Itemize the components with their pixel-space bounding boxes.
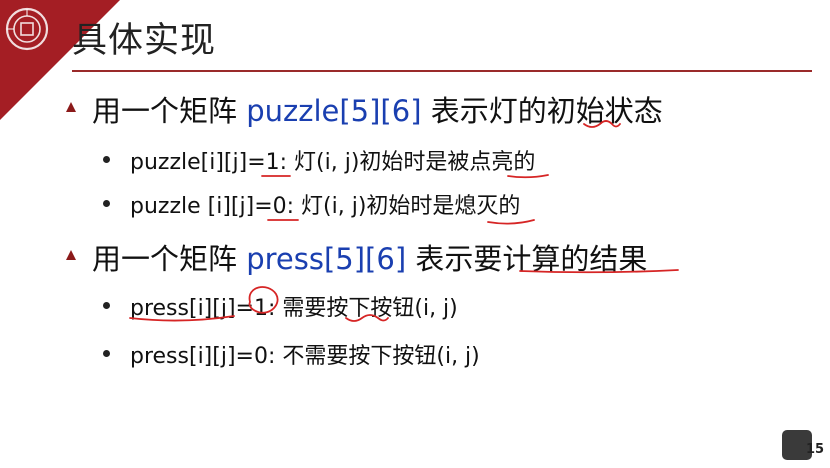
bullet-suffix: 表示灯的初始状态	[421, 94, 663, 128]
bullet-item-puzzle: 用一个矩阵 puzzle[5][6] 表示灯的初始状态	[92, 88, 663, 130]
sub-item-press-one: press[i][j]=1: 需要按下按钮(i, j)	[130, 296, 458, 321]
bullet-suffix: 表示要计算的结果	[406, 242, 648, 276]
sub-item-press-zero: press[i][j]=0: 不需要按下按钮(i, j)	[130, 344, 480, 369]
bullet-item-press: 用一个矩阵 press[5][6] 表示要计算的结果	[92, 236, 647, 278]
slide-title: 具体实现	[72, 21, 217, 61]
sub-bullet-dot	[103, 302, 110, 309]
sub-item-puzzle-off: puzzle [i][j]=0: 灯(i, j)初始时是熄灭的	[130, 194, 521, 219]
press-matrix-name: press[5][6]	[246, 242, 407, 276]
bullet-marker	[66, 250, 76, 260]
bullet-prefix: 用一个矩阵	[92, 242, 247, 276]
title-divider	[72, 70, 812, 72]
university-logo-icon	[5, 7, 49, 51]
bullet-marker	[66, 102, 76, 112]
sub-bullet-dot	[103, 156, 110, 163]
ink-underline-off	[487, 219, 535, 225]
sub-item-puzzle-lit: puzzle[i][j]=1: 灯(i, j)初始时是被点亮的	[130, 150, 536, 175]
bullet-prefix: 用一个矩阵	[92, 94, 247, 128]
sub-bullet-dot	[103, 200, 110, 207]
sub-bullet-dot	[103, 350, 110, 357]
slide: 具体实现 用一个矩阵 puzzle[5][6] 表示灯的初始状态 puzzle[…	[0, 0, 830, 468]
page-number: 15	[806, 442, 825, 457]
puzzle-matrix-name: puzzle[5][6]	[246, 94, 422, 128]
